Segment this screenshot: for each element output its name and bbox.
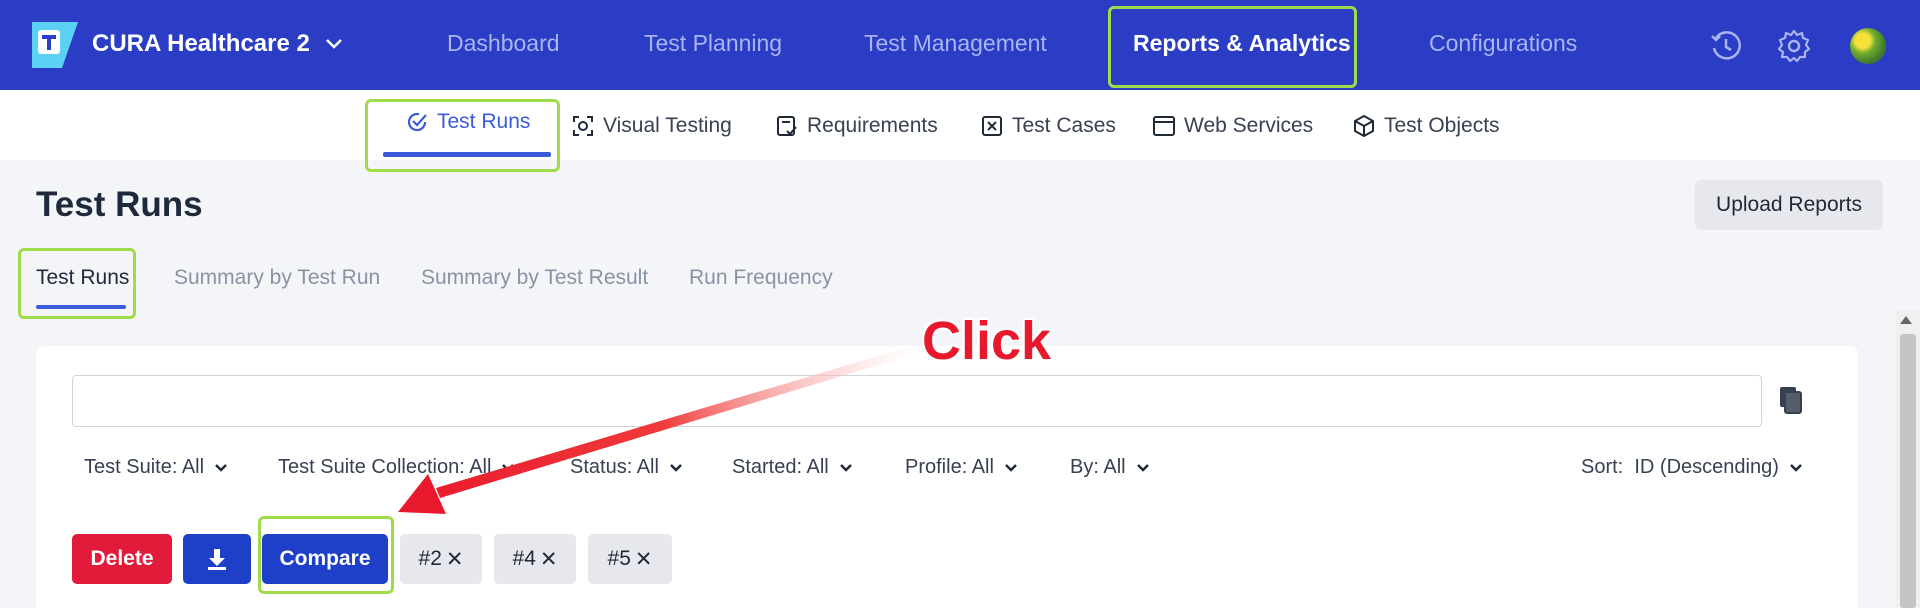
page-title: Test Runs — [36, 185, 203, 224]
nav-test-management[interactable]: Test Management — [864, 30, 1047, 57]
filter-status[interactable]: Status: All — [570, 456, 683, 479]
filter-label: Started: All — [732, 456, 829, 478]
filter-label: By: All — [1070, 456, 1126, 478]
selected-run-chip[interactable]: #2 ✕ — [400, 534, 482, 584]
sort-label: Sort: ID (Descending) — [1581, 456, 1779, 478]
nav-dashboard[interactable]: Dashboard — [447, 30, 560, 57]
subnav-label: Web Services — [1184, 114, 1314, 137]
tab-summary-by-test-run[interactable]: Summary by Test Run — [174, 266, 380, 290]
filter-profile[interactable]: Profile: All — [905, 456, 1018, 479]
chip-label: #4 — [512, 547, 536, 570]
katalon-logo-icon[interactable] — [32, 22, 78, 68]
filter-started[interactable]: Started: All — [732, 456, 853, 479]
sort-dropdown[interactable]: Sort: ID (Descending) — [1581, 456, 1803, 479]
chevron-down-icon — [1789, 463, 1802, 472]
visual-testing-icon — [573, 116, 593, 136]
compare-button[interactable]: Compare — [262, 534, 388, 584]
filter-by[interactable]: By: All — [1070, 456, 1150, 479]
tab-summary-by-test-result[interactable]: Summary by Test Result — [421, 266, 648, 290]
filter-test-suite[interactable]: Test Suite: All — [84, 456, 228, 479]
filter-label: Test Suite: All — [84, 456, 205, 478]
nav-configurations[interactable]: Configurations — [1429, 30, 1577, 57]
project-name: CURA Healthcare 2 — [92, 30, 310, 57]
close-icon[interactable]: ✕ — [540, 547, 558, 572]
subnav-label: Test Runs — [437, 110, 531, 133]
nav-test-planning[interactable]: Test Planning — [644, 30, 782, 57]
gear-icon[interactable] — [1776, 28, 1812, 64]
selected-run-chip[interactable]: #4 ✕ — [494, 534, 576, 584]
filter-label: Test Suite Collection: All — [278, 456, 492, 478]
sub-navbar: Test Runs Visual Testing Requirements Te… — [0, 90, 1920, 160]
chevron-down-icon — [502, 463, 515, 472]
filter-test-suite-collection[interactable]: Test Suite Collection: All — [278, 456, 515, 479]
subnav-label: Visual Testing — [603, 114, 732, 137]
subnav-web-services[interactable]: Web Services — [1152, 114, 1313, 138]
tab-test-runs[interactable]: Test Runs — [36, 266, 129, 290]
selected-run-chip[interactable]: #5 ✕ — [588, 534, 672, 584]
project-selector[interactable]: CURA Healthcare 2 — [92, 30, 344, 58]
subnav-test-runs[interactable]: Test Runs — [405, 110, 530, 134]
history-icon[interactable] — [1708, 28, 1744, 64]
chevron-down-icon — [325, 39, 342, 49]
copy-icon[interactable] — [1776, 385, 1804, 415]
chip-label: #5 — [607, 547, 631, 570]
test-cases-icon — [982, 116, 1002, 136]
chevron-down-icon — [1136, 463, 1149, 472]
chevron-down-icon — [670, 463, 682, 472]
close-icon[interactable]: ✕ — [635, 547, 653, 572]
nav-reports-analytics[interactable]: Reports & Analytics — [1133, 30, 1351, 57]
upload-reports-button[interactable]: Upload Reports — [1695, 180, 1883, 230]
annotation-label: Click — [922, 311, 1052, 371]
search-input[interactable] — [72, 375, 1762, 427]
avatar[interactable] — [1850, 28, 1886, 64]
subnav-test-cases[interactable]: Test Cases — [980, 114, 1116, 138]
chevron-down-icon — [215, 463, 227, 472]
requirements-icon — [777, 116, 797, 136]
check-circle-icon — [407, 112, 427, 132]
filter-label: Status: All — [570, 456, 659, 478]
subnav-requirements[interactable]: Requirements — [775, 114, 938, 138]
download-icon — [208, 549, 226, 570]
active-tab-indicator — [36, 305, 126, 309]
subnav-label: Requirements — [807, 114, 938, 137]
chevron-down-icon — [839, 463, 852, 472]
scrollbar-thumb[interactable] — [1900, 334, 1916, 608]
close-icon[interactable]: ✕ — [446, 547, 464, 572]
download-button[interactable] — [183, 534, 251, 584]
cube-icon — [1354, 115, 1374, 137]
active-tab-indicator — [383, 152, 551, 157]
tab-run-frequency[interactable]: Run Frequency — [689, 266, 833, 290]
filter-label: Profile: All — [905, 456, 994, 478]
top-navbar: CURA Healthcare 2 Dashboard Test Plannin… — [0, 0, 1920, 90]
delete-button[interactable]: Delete — [72, 534, 172, 584]
scroll-up-arrow-icon[interactable] — [1900, 316, 1912, 324]
subnav-visual-testing[interactable]: Visual Testing — [571, 114, 732, 138]
subnav-test-objects[interactable]: Test Objects — [1352, 114, 1500, 138]
chevron-down-icon — [1005, 463, 1017, 472]
subnav-label: Test Cases — [1012, 114, 1116, 137]
chip-label: #2 — [418, 547, 442, 570]
subnav-label: Test Objects — [1384, 114, 1500, 137]
window-icon — [1153, 116, 1175, 136]
